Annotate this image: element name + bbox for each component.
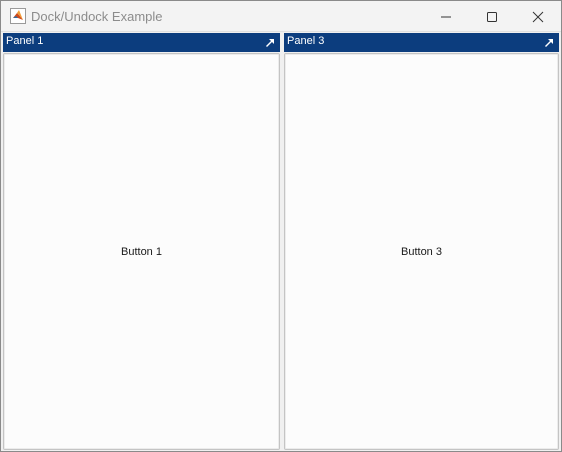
minimize-button[interactable] xyxy=(423,1,469,32)
undock-arrow-icon[interactable] xyxy=(264,36,276,48)
panel-1: Panel 1 Button 1 xyxy=(3,33,280,450)
panel-3-header[interactable]: Panel 3 xyxy=(284,33,559,52)
close-icon xyxy=(532,11,544,23)
minimize-icon xyxy=(440,11,452,23)
panel-3-button[interactable]: Button 3 xyxy=(284,53,559,450)
close-button[interactable] xyxy=(515,1,561,32)
panel-3-title: Panel 3 xyxy=(287,35,325,47)
title-bar[interactable]: Dock/Undock Example xyxy=(1,1,561,32)
panel-1-header[interactable]: Panel 1 xyxy=(3,33,280,52)
panel-1-title: Panel 1 xyxy=(6,35,44,47)
matlab-logo-icon xyxy=(10,8,26,24)
panel-1-button-label: Button 1 xyxy=(121,245,162,258)
panels-area: Panel 1 Button 1 Panel 3 Button 3 xyxy=(1,32,561,451)
panel-1-button[interactable]: Button 1 xyxy=(3,53,280,450)
maximize-icon xyxy=(486,11,498,23)
panel-3-button-label: Button 3 xyxy=(401,245,442,258)
app-window: Dock/Undock Example Panel 1 Button 1 Pan… xyxy=(0,0,562,452)
panel-3: Panel 3 Button 3 xyxy=(284,33,559,450)
undock-arrow-icon[interactable] xyxy=(543,36,555,48)
maximize-button[interactable] xyxy=(469,1,515,32)
window-title: Dock/Undock Example xyxy=(31,9,163,24)
